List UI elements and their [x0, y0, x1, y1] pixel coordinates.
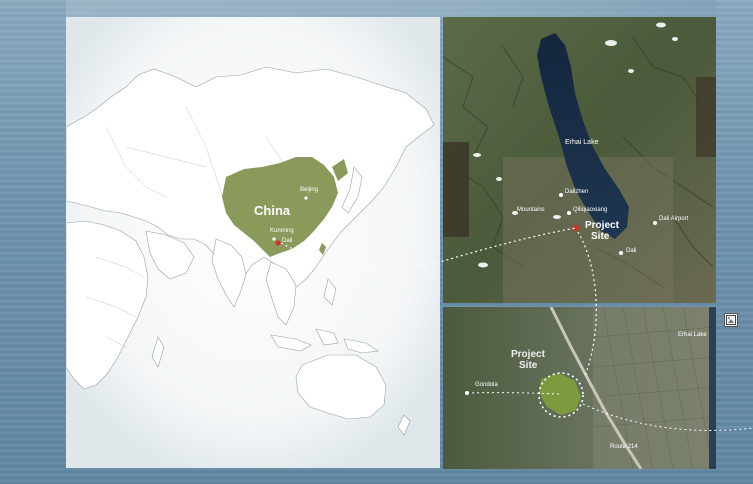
regional-satellite-svg	[443, 17, 716, 303]
dark-patch	[443, 142, 469, 237]
gondola-label: Gondola	[475, 382, 498, 388]
site-satellite-svg	[443, 307, 716, 469]
lake-edge	[709, 307, 716, 469]
beijing-label: Beijing	[300, 187, 319, 193]
image-expand-glyph	[726, 315, 736, 325]
route-214-label: Route 214	[610, 444, 638, 450]
qiliqiaoxiang-label: Qiliqiaoxiang	[573, 207, 608, 213]
world-map-svg	[66, 17, 440, 468]
site-satellite-map: Project Site Gondola Erhai Lake Route 21…	[443, 307, 716, 469]
dali-label: Dali	[282, 238, 293, 244]
project-site-label-top-line2: Site	[591, 231, 610, 242]
dali-airport-label: Dali Airport	[659, 216, 689, 222]
kunming-label: Kunming	[270, 228, 294, 234]
kunming-dot	[272, 237, 276, 241]
top-strip	[66, 0, 716, 17]
beijing-dot	[304, 196, 308, 200]
world-map-panel: China Beijing Kunming Dali	[66, 17, 440, 468]
erhai-lake-label-bottom: Erhai Lake	[678, 332, 707, 338]
china-label: China	[254, 203, 291, 218]
project-site-label-bottom-line1: Project	[511, 349, 545, 360]
dali-marker	[275, 240, 281, 246]
dark-patch-right	[696, 77, 716, 157]
project-site-marker	[572, 224, 580, 232]
project-site-label-top-line1: Project	[585, 220, 619, 231]
gondola-dot	[465, 391, 469, 395]
dalizhen-dot	[559, 193, 563, 197]
regional-satellite-map: Erhai Lake Dalizhen Qiliqiaoxiang Mounta…	[443, 17, 716, 303]
erhai-lake-label: Erhai Lake	[565, 139, 599, 146]
project-site-label-bottom-line2: Site	[519, 360, 538, 371]
dali-dot	[619, 251, 623, 255]
airport-dot	[653, 221, 657, 225]
mountains-label: Mountains	[517, 207, 545, 213]
qiliqiaoxiang-dot	[567, 211, 571, 215]
dali-city-label: Dali	[626, 248, 637, 254]
image-expand-icon[interactable]	[724, 313, 738, 327]
dalizhen-label: Dalizhen	[565, 189, 589, 195]
